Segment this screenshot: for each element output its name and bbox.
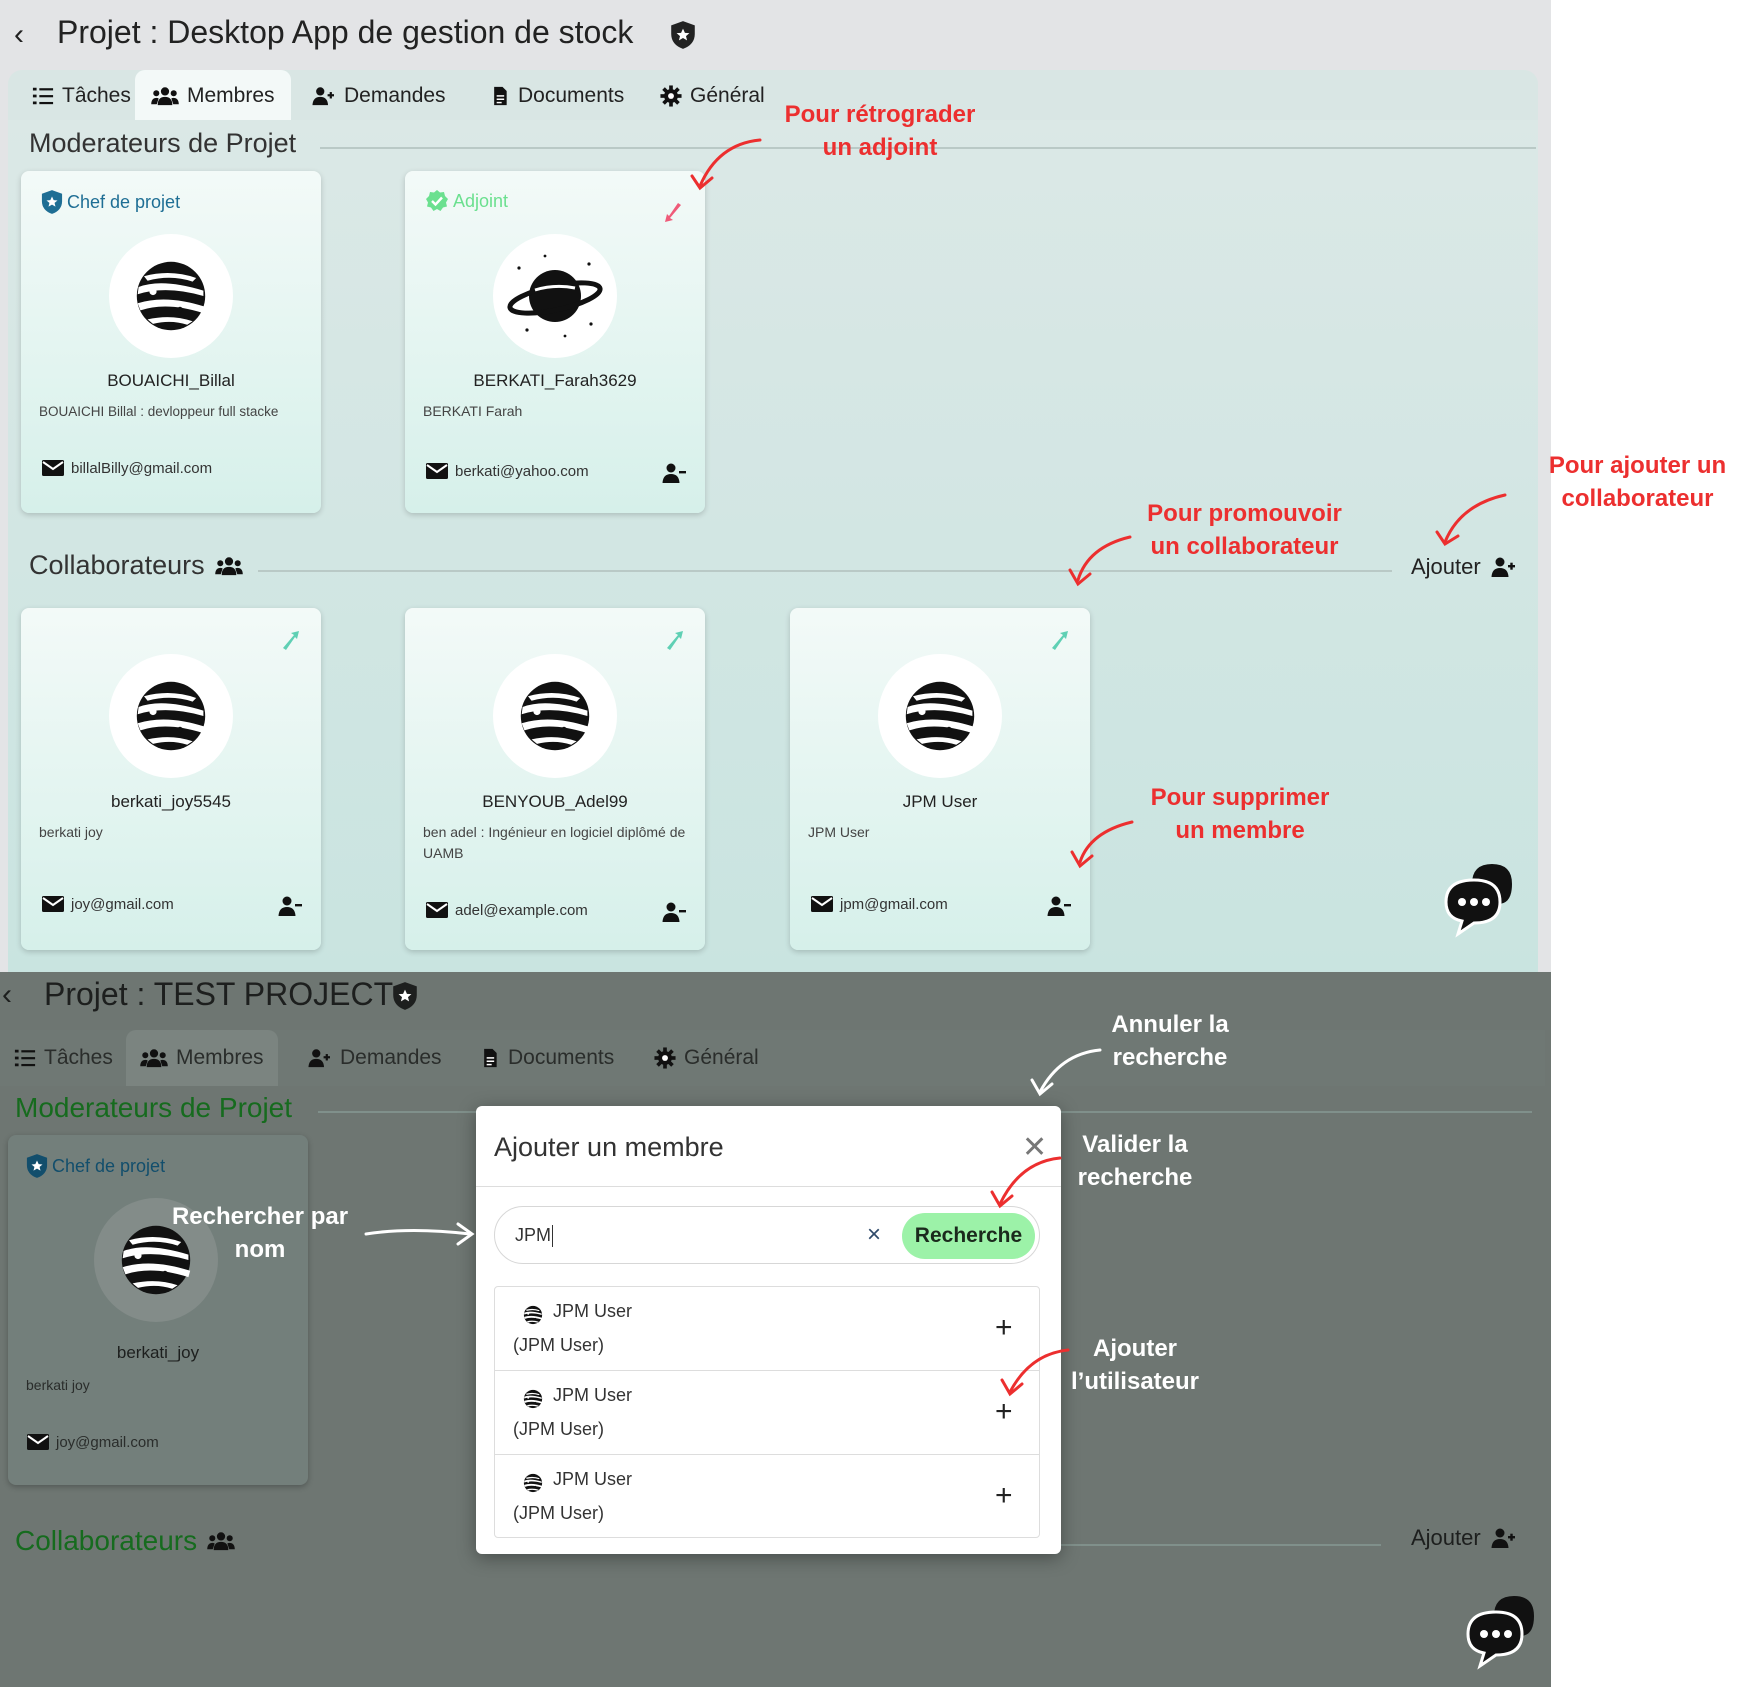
annotation-arrows xyxy=(690,138,1507,869)
annotation-arrows xyxy=(364,1048,1102,1397)
